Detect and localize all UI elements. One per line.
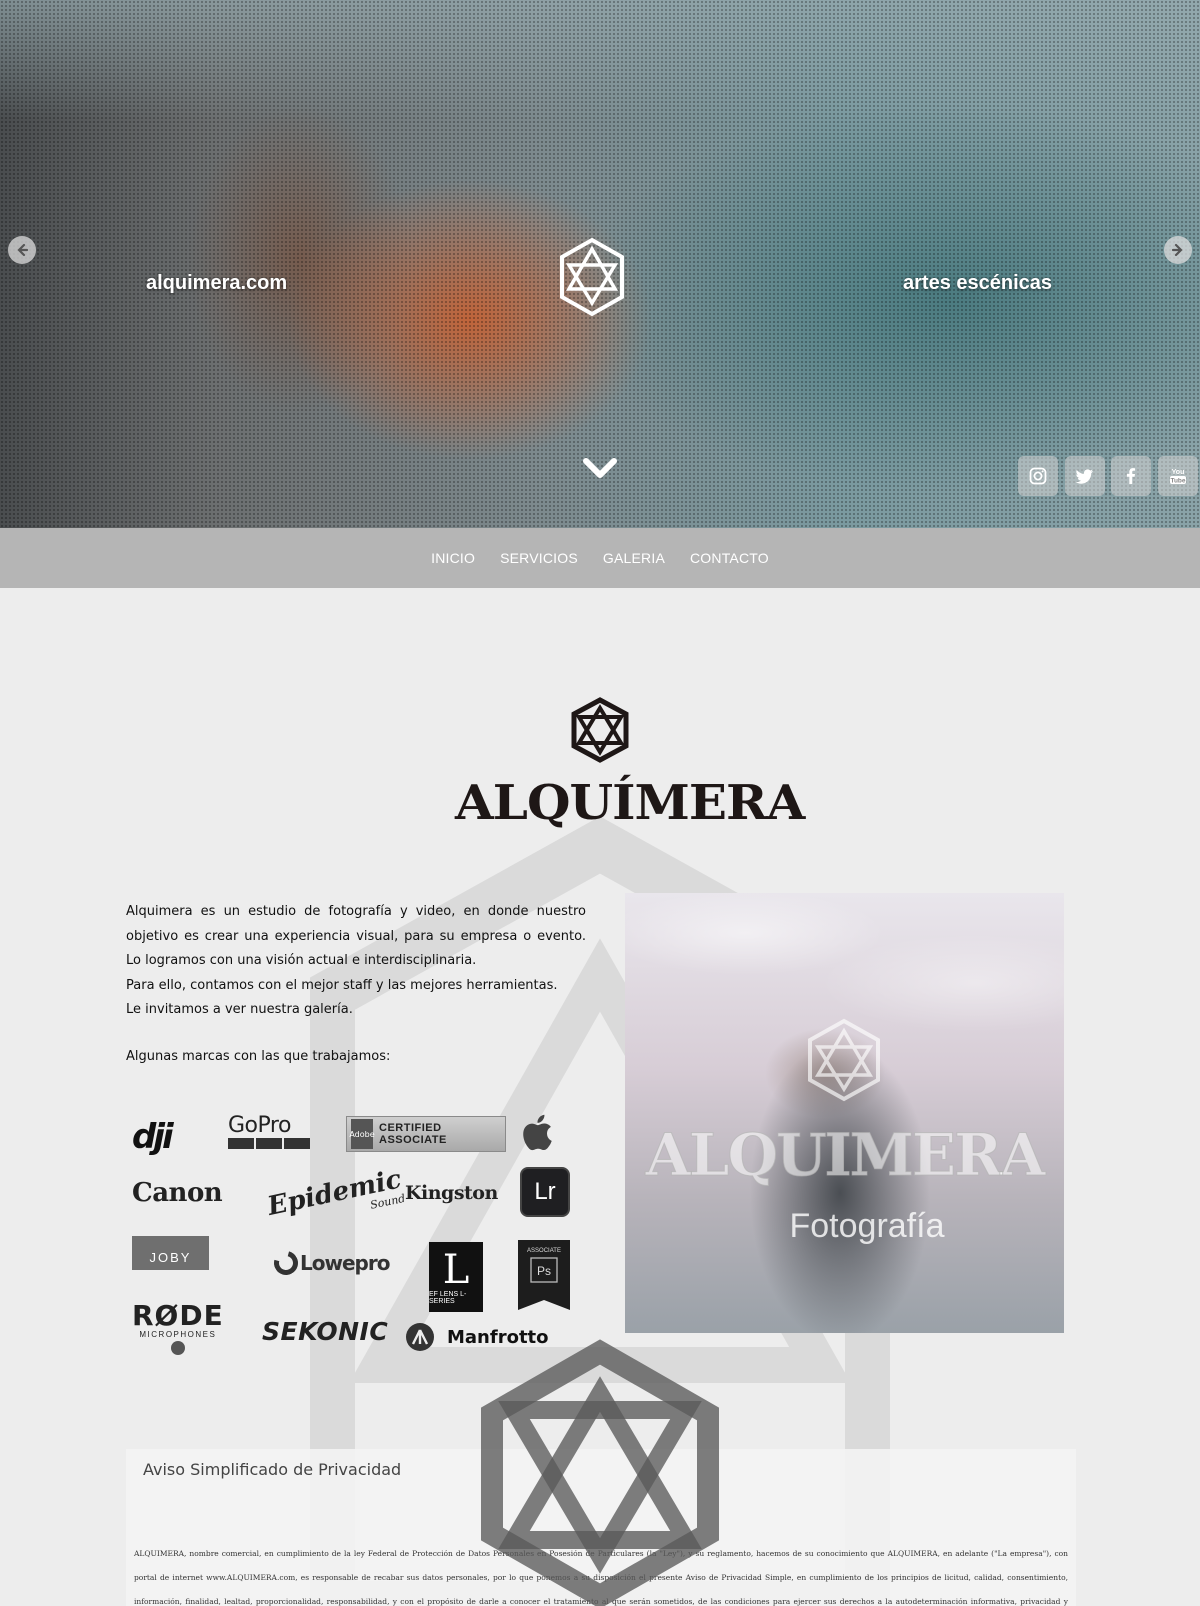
twitter-icon	[1075, 469, 1093, 484]
rode-logo: RØDE MICROPHONES	[132, 1302, 224, 1355]
kingston-logo: Kingston	[405, 1182, 498, 1204]
gopro-logo: GoPro	[228, 1115, 310, 1149]
photo-wordmark: ALQUIMERA	[645, 1121, 1046, 1190]
facebook-icon	[1126, 468, 1136, 484]
lightroom-logo: Lr	[520, 1167, 570, 1217]
photo-clouds	[625, 893, 1064, 1333]
adobe-certified-associate-badge: Adobe CERTIFIED ASSOCIATE	[346, 1116, 506, 1152]
twitter-button[interactable]	[1065, 456, 1105, 496]
slider-prev-button[interactable]	[8, 236, 36, 264]
rode-logo-sub: MICROPHONES	[139, 1330, 217, 1339]
l-lens-sub: EF LENS L-SERIES	[429, 1291, 467, 1305]
svg-text:Tube: Tube	[1170, 478, 1185, 485]
adobe-certified-label: CERTIFIED ASSOCIATE	[379, 1122, 447, 1146]
dji-logo: dji	[132, 1117, 174, 1157]
nav-item-galeria[interactable]: GALERIA	[603, 550, 665, 566]
photoshop-associate-label: ASSOCIATE	[527, 1248, 561, 1254]
apple-icon	[523, 1114, 552, 1151]
gopro-logo-bars	[228, 1138, 310, 1149]
intro-text: Alquimera es un estudio de fotografía y …	[126, 900, 586, 1023]
l-lens-letter: L	[442, 1247, 470, 1293]
canon-l-lens-logo: L EF LENS L-SERIES	[429, 1242, 483, 1312]
hero-site-name: alquimera.com	[146, 272, 288, 294]
privacy-title: Aviso Simplificado de Privacidad	[143, 1460, 402, 1479]
youtube-button[interactable]: You Tube	[1158, 456, 1198, 496]
lowepro-mark-icon	[269, 1246, 303, 1280]
nav-item-contacto[interactable]: CONTACTO	[690, 550, 769, 566]
brands-heading: Algunas marcas con las que trabajamos:	[126, 1049, 391, 1064]
large-emblem-icon	[481, 1339, 719, 1606]
arrow-right-icon	[1171, 243, 1183, 257]
intro-paragraph: Para ello, contamos con el mejor staff y…	[126, 977, 558, 993]
alquimera-logo-icon	[571, 697, 629, 763]
rode-logo-dot	[170, 1341, 185, 1355]
hero-tagline: artes escénicas	[903, 272, 1053, 294]
featured-photo: ALQUIMERA Fotografía	[625, 893, 1064, 1333]
alquimera-emblem-icon	[808, 1018, 880, 1102]
lowepro-logo-text: Lowepro	[300, 1251, 390, 1275]
svg-text:You: You	[1172, 469, 1185, 476]
adobe-icon: Adobe	[349, 1119, 375, 1149]
gopro-logo-text: GoPro	[228, 1113, 291, 1138]
canon-logo: Canon	[132, 1178, 223, 1208]
sekonic-logo: SEKONIC	[262, 1317, 389, 1346]
photoshop-associate-badge: ASSOCIATE Ps	[518, 1240, 570, 1310]
manfrotto-mark-icon	[406, 1323, 434, 1351]
facebook-button[interactable]	[1111, 456, 1151, 496]
lowepro-logo: Lowepro	[269, 1246, 390, 1280]
alquimera-emblem-icon	[560, 237, 624, 317]
chevron-down-icon[interactable]	[582, 456, 618, 482]
alquimera-wordmark: ALQUÍMERA	[455, 774, 805, 831]
slider-next-button[interactable]	[1164, 236, 1192, 264]
instagram-button[interactable]	[1018, 456, 1058, 496]
youtube-icon: You Tube	[1170, 469, 1186, 485]
nav-item-inicio[interactable]: INICIO	[431, 550, 475, 566]
rode-logo-text: RØDE	[132, 1299, 224, 1332]
photoshop-label: Ps	[537, 1264, 551, 1278]
main-nav: INICIO SERVICIOS GALERIA CONTACTO	[0, 528, 1200, 588]
intro-paragraph: Alquimera es un estudio de fotografía y …	[126, 904, 586, 968]
hero-slider: alquimera.com artes escénicas You Tube	[0, 0, 1200, 528]
joby-logo: JOBY	[132, 1236, 209, 1270]
intro-paragraph: Le invitamos a ver nuestra galería.	[126, 1002, 353, 1017]
instagram-icon	[1029, 467, 1047, 485]
photo-subtitle: Fotografía	[789, 1207, 945, 1245]
arrow-left-icon	[17, 243, 29, 257]
nav-item-servicios[interactable]: SERVICIOS	[500, 550, 578, 566]
